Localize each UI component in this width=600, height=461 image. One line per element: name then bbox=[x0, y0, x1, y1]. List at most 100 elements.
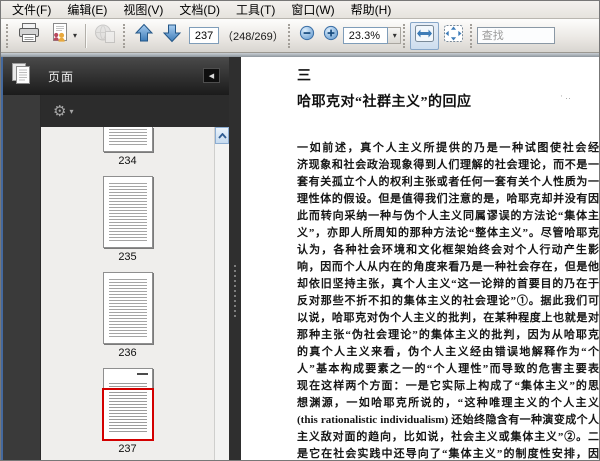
next-page-button[interactable] bbox=[158, 22, 186, 50]
menu-bar: 文件(F) 编辑(E) 视图(V) 文档(D) 工具(T) 窗口(W) 帮助(H) bbox=[1, 1, 599, 19]
menu-item[interactable]: 文档(D) bbox=[171, 1, 228, 20]
thumbnail-page-image[interactable] bbox=[102, 272, 153, 344]
thumbnail-page-image[interactable] bbox=[102, 176, 153, 248]
pages-icon bbox=[10, 62, 33, 91]
chevron-down-icon: ▾ bbox=[69, 106, 74, 116]
toolbar-grip[interactable] bbox=[402, 23, 406, 48]
gear-icon[interactable]: ⚙ bbox=[53, 104, 66, 119]
thumbnail-scrollbar[interactable] bbox=[214, 127, 229, 460]
zoom-dropdown-button[interactable]: ▾ bbox=[387, 27, 401, 44]
page-number-input[interactable] bbox=[189, 27, 220, 44]
document-text-line: 却依旧坚持主张，真个人主义“这一论辩的首要目的乃在于 bbox=[297, 278, 599, 290]
collaborate-button[interactable]: ▾ bbox=[45, 22, 81, 50]
document-text-line: 想渊源，一如哈耶克所说的，“这种唯理主义的个人主义 bbox=[297, 397, 599, 409]
zoom-in-icon bbox=[323, 25, 339, 46]
toolbar-grip[interactable] bbox=[123, 23, 126, 48]
pages-tab[interactable] bbox=[1, 62, 41, 91]
document-text-line: 此而转向采纳一种与伪个人主义同属谬误的方法论“集体主 bbox=[297, 210, 599, 222]
window-left-edge bbox=[1, 57, 3, 460]
menu-item[interactable]: 编辑(E) bbox=[59, 1, 115, 20]
next-page-icon bbox=[162, 23, 182, 48]
document-text-line: 济现象和社会政治现象得到人们理解的社会理论，而不是一 bbox=[297, 159, 599, 171]
previous-page-button[interactable] bbox=[130, 22, 158, 50]
fit-page-button[interactable] bbox=[439, 22, 468, 50]
document-text-line: (this rationalistic individualism) 还始终隐含… bbox=[297, 414, 599, 426]
panel-tab-rail bbox=[1, 95, 41, 460]
thumbnail-page-number: 235 bbox=[118, 251, 137, 263]
main-content: 页面 ◀ ⚙ ▾ 234 235 236 237 ·‥ 三 哈耶克对“社群主义”… bbox=[1, 57, 599, 460]
share-globe-button bbox=[90, 22, 121, 50]
document-title: 哈耶克对“社群主义”的回应 bbox=[297, 95, 472, 110]
document-text-line: 理性体的假设。但是值得我们注意的是，哈耶克却并没有因 bbox=[297, 193, 599, 205]
find-input[interactable] bbox=[476, 27, 555, 44]
scroll-up-button[interactable] bbox=[215, 127, 229, 144]
toolbar-grip[interactable] bbox=[469, 23, 473, 48]
toolbar-grip[interactable] bbox=[287, 23, 291, 48]
current-view-red-box[interactable] bbox=[101, 388, 154, 441]
page-count-label: （248/269） bbox=[222, 30, 284, 43]
panel-options-bar: ⚙ ▾ bbox=[41, 95, 229, 127]
zoom-out-button[interactable] bbox=[295, 22, 319, 50]
document-text-line: 响，因而个人从内在的角度来看乃是一种社会存在，但是他 bbox=[297, 261, 599, 273]
share-globe-icon bbox=[94, 23, 117, 49]
previous-page-icon bbox=[134, 23, 154, 48]
print-button[interactable] bbox=[13, 22, 45, 50]
print-icon bbox=[17, 22, 41, 49]
menu-item[interactable]: 视图(V) bbox=[115, 1, 171, 20]
document-text-line: 现在这样两个方面：一是它实际上构成了“集体主义”的思 bbox=[297, 380, 599, 392]
document-text-line: 是它在社会实践中还导向了“集体主义”的制度性安排，因 bbox=[297, 448, 599, 460]
thumbnail-page-image[interactable] bbox=[102, 127, 153, 152]
zoom-out-icon bbox=[299, 25, 315, 46]
toolbar-grip[interactable] bbox=[6, 23, 9, 48]
document-text-line: 义”，亦即人所周知的那种方法论“整体主义”。尽管哈耶克 bbox=[297, 227, 599, 239]
document-page: 三 哈耶克对“社群主义”的回应 一如前述，真个人主义所提供的乃是一种试图使社会经… bbox=[241, 57, 599, 460]
fit-width-button[interactable] bbox=[409, 21, 439, 50]
collaborate-icon bbox=[49, 22, 71, 49]
dropdown-caret-icon: ▾ bbox=[73, 31, 78, 40]
zoom-level-value[interactable]: 23.3% bbox=[342, 27, 388, 44]
page-thumbnail[interactable]: 237 bbox=[41, 368, 214, 455]
navigation-sidebar: 页面 ◀ ⚙ ▾ 234 235 236 237 bbox=[1, 57, 229, 460]
chevron-down-icon: ▾ bbox=[392, 31, 397, 40]
document-text-line: 主义敌对面的趋向，比如说，社会主义或集体主义”②。二 bbox=[297, 431, 599, 443]
collapse-panel-button[interactable]: ◀ bbox=[203, 68, 220, 83]
menu-item[interactable]: 工具(T) bbox=[228, 1, 283, 20]
document-canvas[interactable]: ·‥ 三 哈耶克对“社群主义”的回应 一如前述，真个人主义所提供的乃是一种试图使… bbox=[241, 57, 599, 460]
document-text-line: 一如前述，真个人主义所提供的乃是一种试图使社会经 bbox=[297, 142, 599, 154]
panel-splitter[interactable] bbox=[229, 57, 241, 460]
scan-artifact: ·‥ bbox=[559, 91, 573, 101]
thumbnail-scroll-area: 234 235 236 237 bbox=[41, 127, 229, 460]
page-thumbnail[interactable]: 236 bbox=[41, 272, 214, 359]
document-text-line: 认为，各种社会环境和文化框架始终会对个人行动产生影 bbox=[297, 244, 599, 256]
thumbnail-page-number: 234 bbox=[118, 155, 137, 167]
pages-panel-header: 页面 ◀ bbox=[1, 57, 229, 95]
page-thumbnail[interactable]: 234 bbox=[41, 127, 214, 167]
thumbnail-list: 234 235 236 237 bbox=[41, 127, 214, 460]
toolbar: ▾ 237 （248/269） 23.3% ▾ 查找 bbox=[1, 19, 599, 53]
document-text: 一如前述，真个人主义所提供的乃是一种试图使社会经 济现象和社会政治现象得到人们理… bbox=[297, 140, 599, 460]
thumbnails-panel: ⚙ ▾ 234 235 236 237 bbox=[41, 95, 229, 460]
document-text-line: 套有关孤立个人的权利主张或者任何一套有关个人性质为一 bbox=[297, 176, 599, 188]
scroll-up-icon bbox=[217, 132, 227, 139]
thumbnail-page-image[interactable] bbox=[101, 368, 154, 441]
section-number: 三 bbox=[297, 69, 311, 84]
menu-item[interactable]: 窗口(W) bbox=[283, 1, 342, 20]
fit-page-icon bbox=[443, 24, 464, 48]
fit-width-icon bbox=[414, 24, 435, 48]
document-text-line: 以说，哈耶克对伪个人主义的批判，在某种程度上也就是对 bbox=[297, 312, 599, 324]
document-text-line: 人”基本构成要素之一的“个人理性”而导致的危害主要表 bbox=[297, 363, 599, 375]
pdf-reader-window: 文件(F) 编辑(E) 视图(V) 文档(D) 工具(T) 窗口(W) 帮助(H) bbox=[0, 0, 600, 461]
page-thumbnail[interactable]: 235 bbox=[41, 176, 214, 263]
document-text-line: 反对那些不折不扣的集体主义的社会理论”①。据此我们可 bbox=[297, 295, 599, 307]
thumbnail-page-number: 237 bbox=[118, 443, 137, 455]
document-text-line: 的真个人主义来看，伪个人主义经由错误地解释作为“个 bbox=[297, 346, 599, 358]
menu-item[interactable]: 文件(F) bbox=[4, 1, 59, 20]
document-text-line: 那种主张“伪社会理论”的集体主义的批判，因为从哈耶克 bbox=[297, 329, 599, 341]
panel-title: 页面 bbox=[48, 69, 75, 84]
toolbar-separator bbox=[85, 23, 87, 48]
pages-panel-body: ⚙ ▾ 234 235 236 237 bbox=[1, 95, 229, 460]
collapse-panel-icon: ◀ bbox=[208, 72, 215, 80]
thumbnail-page-number: 236 bbox=[118, 347, 137, 359]
zoom-in-button[interactable] bbox=[319, 22, 343, 50]
menu-item[interactable]: 帮助(H) bbox=[343, 1, 400, 20]
